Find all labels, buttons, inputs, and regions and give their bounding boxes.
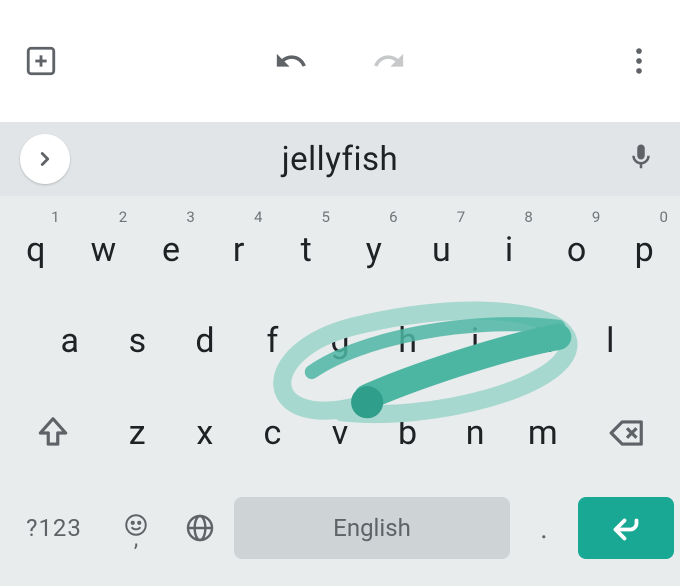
key-hint: 0 bbox=[660, 208, 668, 226]
key-hint: 6 bbox=[389, 208, 397, 226]
key-row-2: asdfghjkl bbox=[2, 296, 678, 388]
key-hint: 2 bbox=[119, 208, 127, 226]
key-hint: 3 bbox=[186, 208, 194, 226]
key-j[interactable]: j bbox=[441, 296, 509, 388]
key-b[interactable]: b bbox=[374, 387, 442, 479]
key-hint: 9 bbox=[592, 208, 600, 226]
key-h[interactable]: h bbox=[374, 296, 442, 388]
key-k[interactable]: k bbox=[509, 296, 577, 388]
key-a[interactable]: a bbox=[36, 296, 104, 388]
redo-button[interactable] bbox=[370, 42, 408, 80]
key-hint: 5 bbox=[322, 208, 330, 226]
symbols-key[interactable]: ?123 bbox=[6, 483, 102, 575]
key-o[interactable]: o9 bbox=[543, 204, 611, 296]
shift-key[interactable] bbox=[2, 387, 103, 479]
key-r[interactable]: r4 bbox=[205, 204, 273, 296]
key-y[interactable]: y6 bbox=[340, 204, 408, 296]
new-tab-button[interactable] bbox=[22, 42, 60, 80]
key-row-4: ?123 , English . bbox=[2, 479, 678, 581]
key-v[interactable]: v bbox=[306, 387, 374, 479]
key-row-1: q1w2e3r4t5y6u7i8o9p0 bbox=[2, 204, 678, 296]
key-hint: 1 bbox=[51, 208, 59, 226]
key-z[interactable]: z bbox=[103, 387, 171, 479]
more-menu-button[interactable] bbox=[620, 42, 658, 80]
mic-button[interactable] bbox=[626, 142, 656, 176]
suggestion-bar: jellyfish bbox=[0, 122, 680, 196]
undo-button[interactable] bbox=[272, 42, 310, 80]
key-f[interactable]: f bbox=[239, 296, 307, 388]
key-rows: q1w2e3r4t5y6u7i8o9p0 asdfghjkl zxcvbnm ?… bbox=[0, 196, 680, 586]
key-hint: 7 bbox=[457, 208, 465, 226]
key-hint: 4 bbox=[254, 208, 262, 226]
expand-suggestions-button[interactable] bbox=[20, 134, 70, 184]
enter-key[interactable] bbox=[578, 497, 674, 559]
space-key[interactable]: English bbox=[234, 497, 510, 559]
language-key[interactable] bbox=[170, 483, 230, 575]
app-toolbar bbox=[0, 0, 680, 122]
key-row-3: zxcvbnm bbox=[2, 387, 678, 479]
key-d[interactable]: d bbox=[171, 296, 239, 388]
key-p[interactable]: p0 bbox=[610, 204, 678, 296]
backspace-key[interactable] bbox=[577, 387, 678, 479]
key-t[interactable]: t5 bbox=[272, 204, 340, 296]
key-m[interactable]: m bbox=[509, 387, 577, 479]
key-n[interactable]: n bbox=[441, 387, 509, 479]
key-x[interactable]: x bbox=[171, 387, 239, 479]
key-s[interactable]: s bbox=[104, 296, 172, 388]
key-i[interactable]: i8 bbox=[475, 204, 543, 296]
key-u[interactable]: u7 bbox=[408, 204, 476, 296]
suggestion-word[interactable]: jellyfish bbox=[0, 140, 680, 179]
on-screen-keyboard: jellyfish q1w2e3r4t5y6u7i8o9p0 asdfghjkl… bbox=[0, 122, 680, 586]
period-key[interactable]: . bbox=[514, 483, 574, 575]
comma-label: , bbox=[134, 536, 138, 544]
key-l[interactable]: l bbox=[577, 296, 645, 388]
key-g[interactable]: g bbox=[306, 296, 374, 388]
key-q[interactable]: q1 bbox=[2, 204, 70, 296]
key-hint: 8 bbox=[524, 208, 532, 226]
key-e[interactable]: e3 bbox=[137, 204, 205, 296]
emoji-key[interactable]: , bbox=[106, 483, 166, 575]
key-c[interactable]: c bbox=[239, 387, 307, 479]
key-w[interactable]: w2 bbox=[70, 204, 138, 296]
